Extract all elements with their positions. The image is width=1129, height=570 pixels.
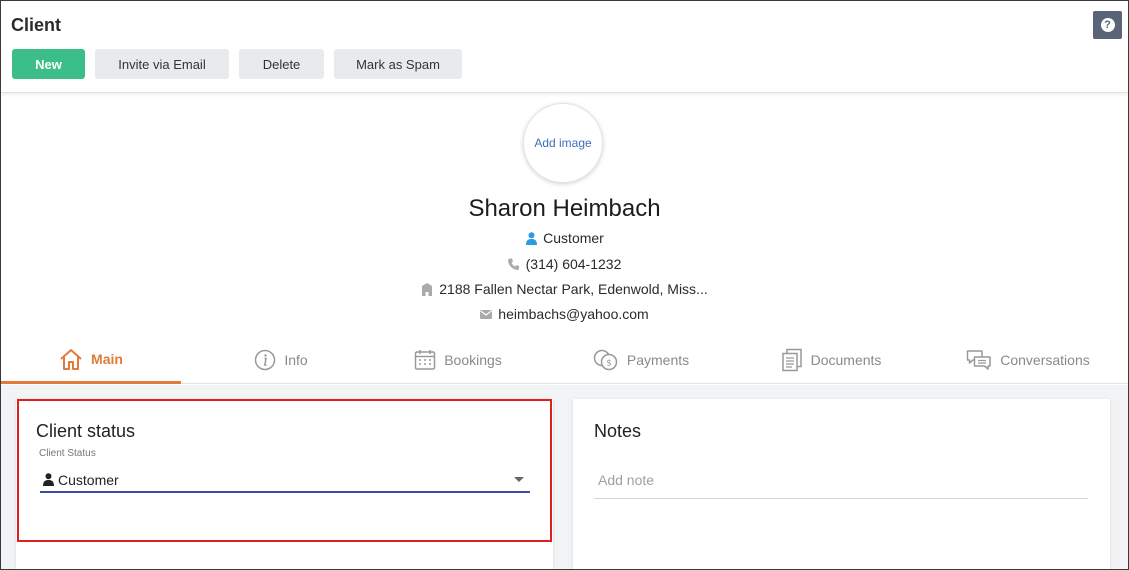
building-icon [421, 282, 433, 296]
tab-bar: Main Info Bookings $ Payments Documents … [1, 336, 1128, 384]
person-icon [525, 231, 537, 245]
client-address: 2188 Fallen Nectar Park, Edenwold, Miss.… [439, 281, 708, 297]
calendar-icon [414, 350, 436, 370]
header-bar: Client ? New Invite via Email Delete Mar… [1, 1, 1128, 93]
mark-spam-button[interactable]: Mark as Spam [334, 49, 462, 79]
email-line: heimbachs@yahoo.com [1, 306, 1128, 322]
client-status-value: Customer [58, 471, 119, 488]
tab-info[interactable]: Info [191, 336, 371, 384]
client-status-title: Client status [36, 421, 136, 441]
page-title: Client [11, 15, 62, 35]
documents-icon [781, 348, 802, 372]
tab-label: Main [91, 350, 123, 367]
tab-main[interactable]: Main [1, 336, 181, 384]
help-button[interactable]: ? [1093, 11, 1122, 39]
address-line: 2188 Fallen Nectar Park, Edenwold, Miss.… [1, 281, 1128, 297]
client-type: Customer [543, 230, 604, 246]
tab-documents[interactable]: Documents [741, 336, 921, 384]
svg-text:$: $ [606, 359, 612, 369]
new-button[interactable]: New [12, 49, 85, 79]
coins-icon: $ [593, 349, 618, 371]
client-phone[interactable]: (314) 604-1232 [526, 256, 622, 272]
tab-conversations[interactable]: Conversations [938, 336, 1118, 384]
tab-label: Conversations [1000, 352, 1090, 368]
client-email[interactable]: heimbachs@yahoo.com [498, 306, 648, 322]
tab-label: Info [284, 352, 308, 368]
client-status-select[interactable]: Customer [40, 468, 530, 493]
home-icon [60, 348, 82, 370]
envelope-icon [480, 307, 493, 321]
client-status-label: Client Status [39, 448, 96, 459]
tab-payments[interactable]: $ Payments [551, 336, 731, 384]
person-icon [43, 473, 54, 486]
app-window: Client ? New Invite via Email Delete Mar… [0, 0, 1129, 570]
phone-line: (314) 604-1232 [1, 256, 1128, 272]
client-name: Sharon Heimbach [468, 195, 661, 222]
add-note-input[interactable] [594, 461, 1088, 499]
invite-email-button[interactable]: Invite via Email [95, 49, 229, 79]
tab-label: Documents [810, 352, 882, 368]
phone-icon [508, 257, 520, 271]
client-type-line: Customer [1, 230, 1128, 246]
tab-label: Bookings [444, 352, 502, 368]
info-icon [255, 349, 276, 371]
delete-button[interactable]: Delete [239, 49, 324, 79]
add-image-button[interactable]: Add image [523, 103, 603, 183]
question-icon: ? [1100, 18, 1115, 32]
tab-label: Payments [626, 352, 690, 368]
tab-bookings[interactable]: Bookings [368, 336, 548, 384]
notes-title: Notes [594, 421, 642, 441]
caret-down-icon [514, 477, 524, 482]
chat-icon [967, 350, 991, 370]
